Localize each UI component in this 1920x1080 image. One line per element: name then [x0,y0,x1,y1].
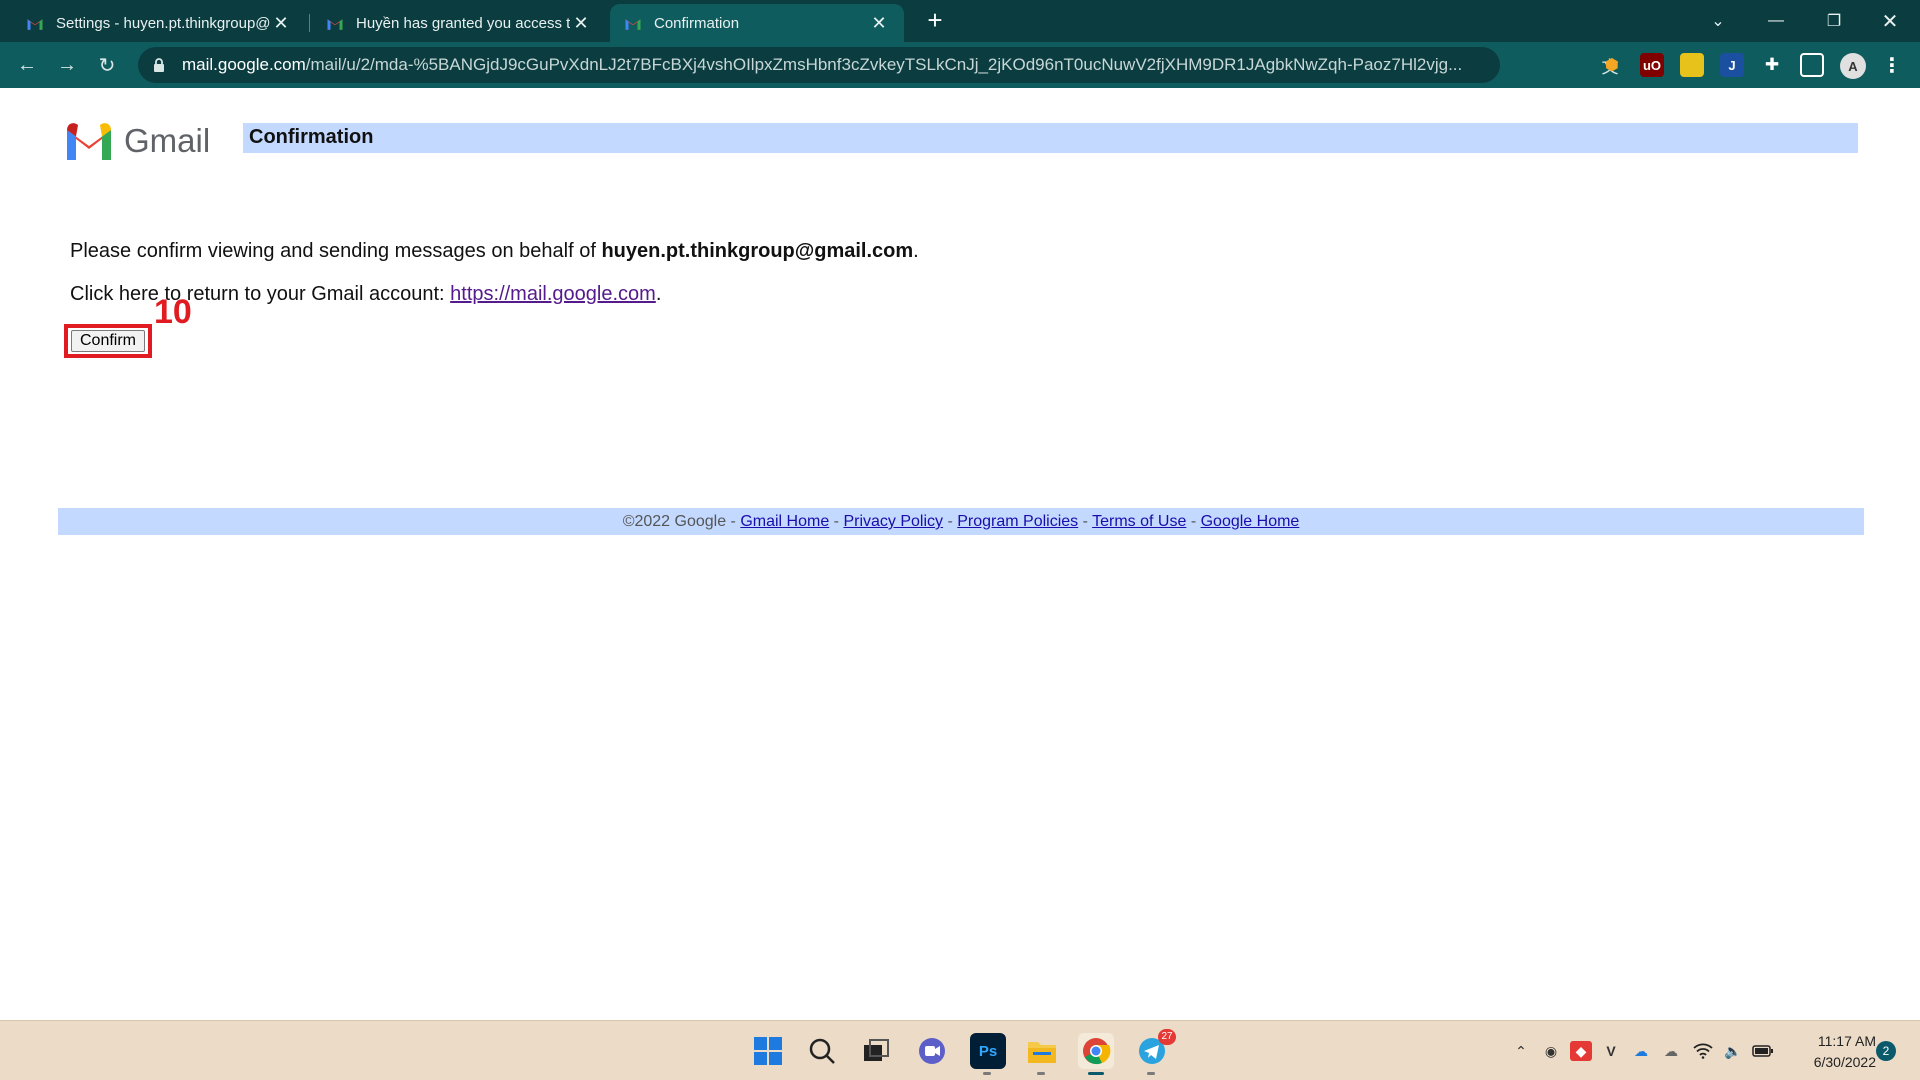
start-windows-icon[interactable] [750,1033,786,1069]
running-indicator [1088,1072,1104,1075]
file-explorer-icon[interactable] [1024,1033,1060,1075]
tab-settings[interactable]: Settings - huyen.pt.thinkgroup@gmail.com… [12,4,306,42]
footer-link-gmail-home[interactable]: Gmail Home [740,513,829,530]
restore-button[interactable]: ❐ [1806,0,1862,42]
close-icon[interactable]: ✕ [570,13,592,34]
running-indicator [1037,1072,1045,1075]
system-clock[interactable]: 11:17 AM 6/30/2022 [1788,1031,1876,1073]
running-indicator [1147,1072,1155,1075]
footer-link-program-policies[interactable]: Program Policies [957,513,1078,530]
tray-app-icon[interactable]: ◉ [1540,1041,1562,1061]
volume-icon[interactable]: 🔈 [1722,1041,1744,1061]
page-title: Confirmation [243,123,1858,153]
new-tab-button[interactable]: + [920,7,950,34]
tab-search-button[interactable]: ⌄ [1690,0,1746,42]
chrome-icon[interactable] [1078,1033,1114,1075]
tab-access-granted[interactable]: Huyền has granted you access to their ac… [312,4,606,42]
gmail-icon [27,19,43,30]
return-suffix: . [655,283,662,305]
extension-j-icon[interactable]: J [1720,53,1744,77]
teams-chat-icon[interactable] [914,1033,950,1069]
minimize-button[interactable]: — [1748,0,1804,42]
delegator-email: huyen.pt.thinkgroup@gmail.com [601,240,914,262]
separator: - [1078,513,1093,530]
notification-count-badge[interactable]: 2 [1876,1041,1896,1061]
gmail-icon [327,19,343,30]
wifi-icon[interactable] [1692,1041,1714,1061]
copyright: ©2022 Google [622,513,727,530]
message-suffix: . [913,240,919,262]
chevron-up-icon[interactable]: ⌃ [1510,1041,1532,1061]
separator: - [726,513,741,530]
task-view-icon[interactable] [858,1033,894,1069]
tray-v-icon[interactable]: V [1600,1041,1622,1061]
clock-time: 11:17 AM [1817,1033,1876,1049]
gmail-m-icon [67,123,111,160]
search-icon[interactable] [804,1033,840,1069]
close-icon[interactable]: ✕ [270,13,292,34]
tab-confirmation[interactable]: Confirmation ✕ [610,4,904,42]
ublock-icon[interactable]: uO [1640,53,1664,77]
browser-toolbar: ← → ↻ mail.google.com/mail/u/2/mda-%5BAN… [0,42,1920,88]
tab-title: Huyền has granted you access to their ac… [356,14,570,32]
photoshop-icon[interactable]: Ps [970,1033,1006,1075]
running-indicator [983,1072,991,1075]
back-button[interactable]: ← [12,50,42,80]
separator: - [943,513,958,530]
gmail-logo[interactable]: Gmail [64,122,210,160]
return-text: Click here to return to your Gmail accou… [70,283,451,305]
tab-strip: Settings - huyen.pt.thinkgroup@gmail.com… [0,0,1920,42]
message-text: Please confirm viewing and sending messa… [70,240,602,262]
extensions-puzzle-icon[interactable]: ✚ [1760,53,1784,77]
page-content: Gmail Confirmation Please confirm viewin… [0,88,1920,1020]
tab-title: Settings - huyen.pt.thinkgroup@gmail.com [56,14,270,32]
tab-separator [309,14,310,32]
separator: - [1186,513,1201,530]
confirm-message: Please confirm viewing and sending messa… [70,240,919,263]
battery-icon[interactable] [1752,1041,1774,1061]
menu-kebab-icon[interactable]: ⋮ [1880,53,1904,77]
footer-link-google-home[interactable]: Google Home [1201,513,1300,530]
confirm-highlight-box: Confirm [64,324,152,358]
side-panel-icon[interactable] [1800,53,1824,77]
address-bar[interactable]: mail.google.com/mail/u/2/mda-%5BANGjdJ9c… [138,47,1698,83]
lock-icon [154,58,164,72]
step-annotation: 10 [154,293,192,331]
onedrive-icon[interactable]: ☁ [1630,1041,1652,1061]
gmail-icon [625,19,641,30]
footer-link-terms-of-use[interactable]: Terms of Use [1092,513,1186,530]
extension-yellow-icon[interactable] [1680,53,1704,77]
windows-taskbar: Ps 27 ⌃ ◉ ◆ V ☁ ☁ 🔈 11:17 AM 6/30/2022 2 [0,1020,1920,1080]
gmail-link[interactable]: https://mail.google.com [450,283,656,305]
tab-title: Confirmation [654,14,740,32]
url-host: mail.google.com [182,55,306,74]
page-footer: ©2022 Google - Gmail Home - Privacy Poli… [58,508,1864,535]
clock-date: 6/30/2022 [1813,1054,1876,1070]
cloud-icon[interactable]: ☁ [1660,1041,1682,1061]
footer-link-privacy-policy[interactable]: Privacy Policy [843,513,943,530]
separator: - [829,513,844,530]
window-close-button[interactable]: ✕ [1862,0,1918,42]
reload-button[interactable]: ↻ [92,50,122,80]
url-text: mail.google.com/mail/u/2/mda-%5BANGjdJ9c… [182,55,1472,75]
profile-avatar[interactable]: A [1840,53,1866,79]
confirm-button[interactable]: Confirm [71,330,145,352]
forward-button[interactable]: → [52,50,82,80]
extension-hex-icon[interactable]: ⬢ [1600,53,1624,77]
telegram-icon[interactable]: 27 [1134,1029,1176,1075]
gmail-wordmark: Gmail [124,122,211,159]
unread-badge: 27 [1158,1029,1176,1045]
close-icon[interactable]: ✕ [868,13,890,34]
tray-red-app-icon[interactable]: ◆ [1570,1041,1592,1061]
url-path: /mail/u/2/mda-%5BANGjdJ9cGuPvXdnLJ2t7BFc… [305,55,1463,74]
